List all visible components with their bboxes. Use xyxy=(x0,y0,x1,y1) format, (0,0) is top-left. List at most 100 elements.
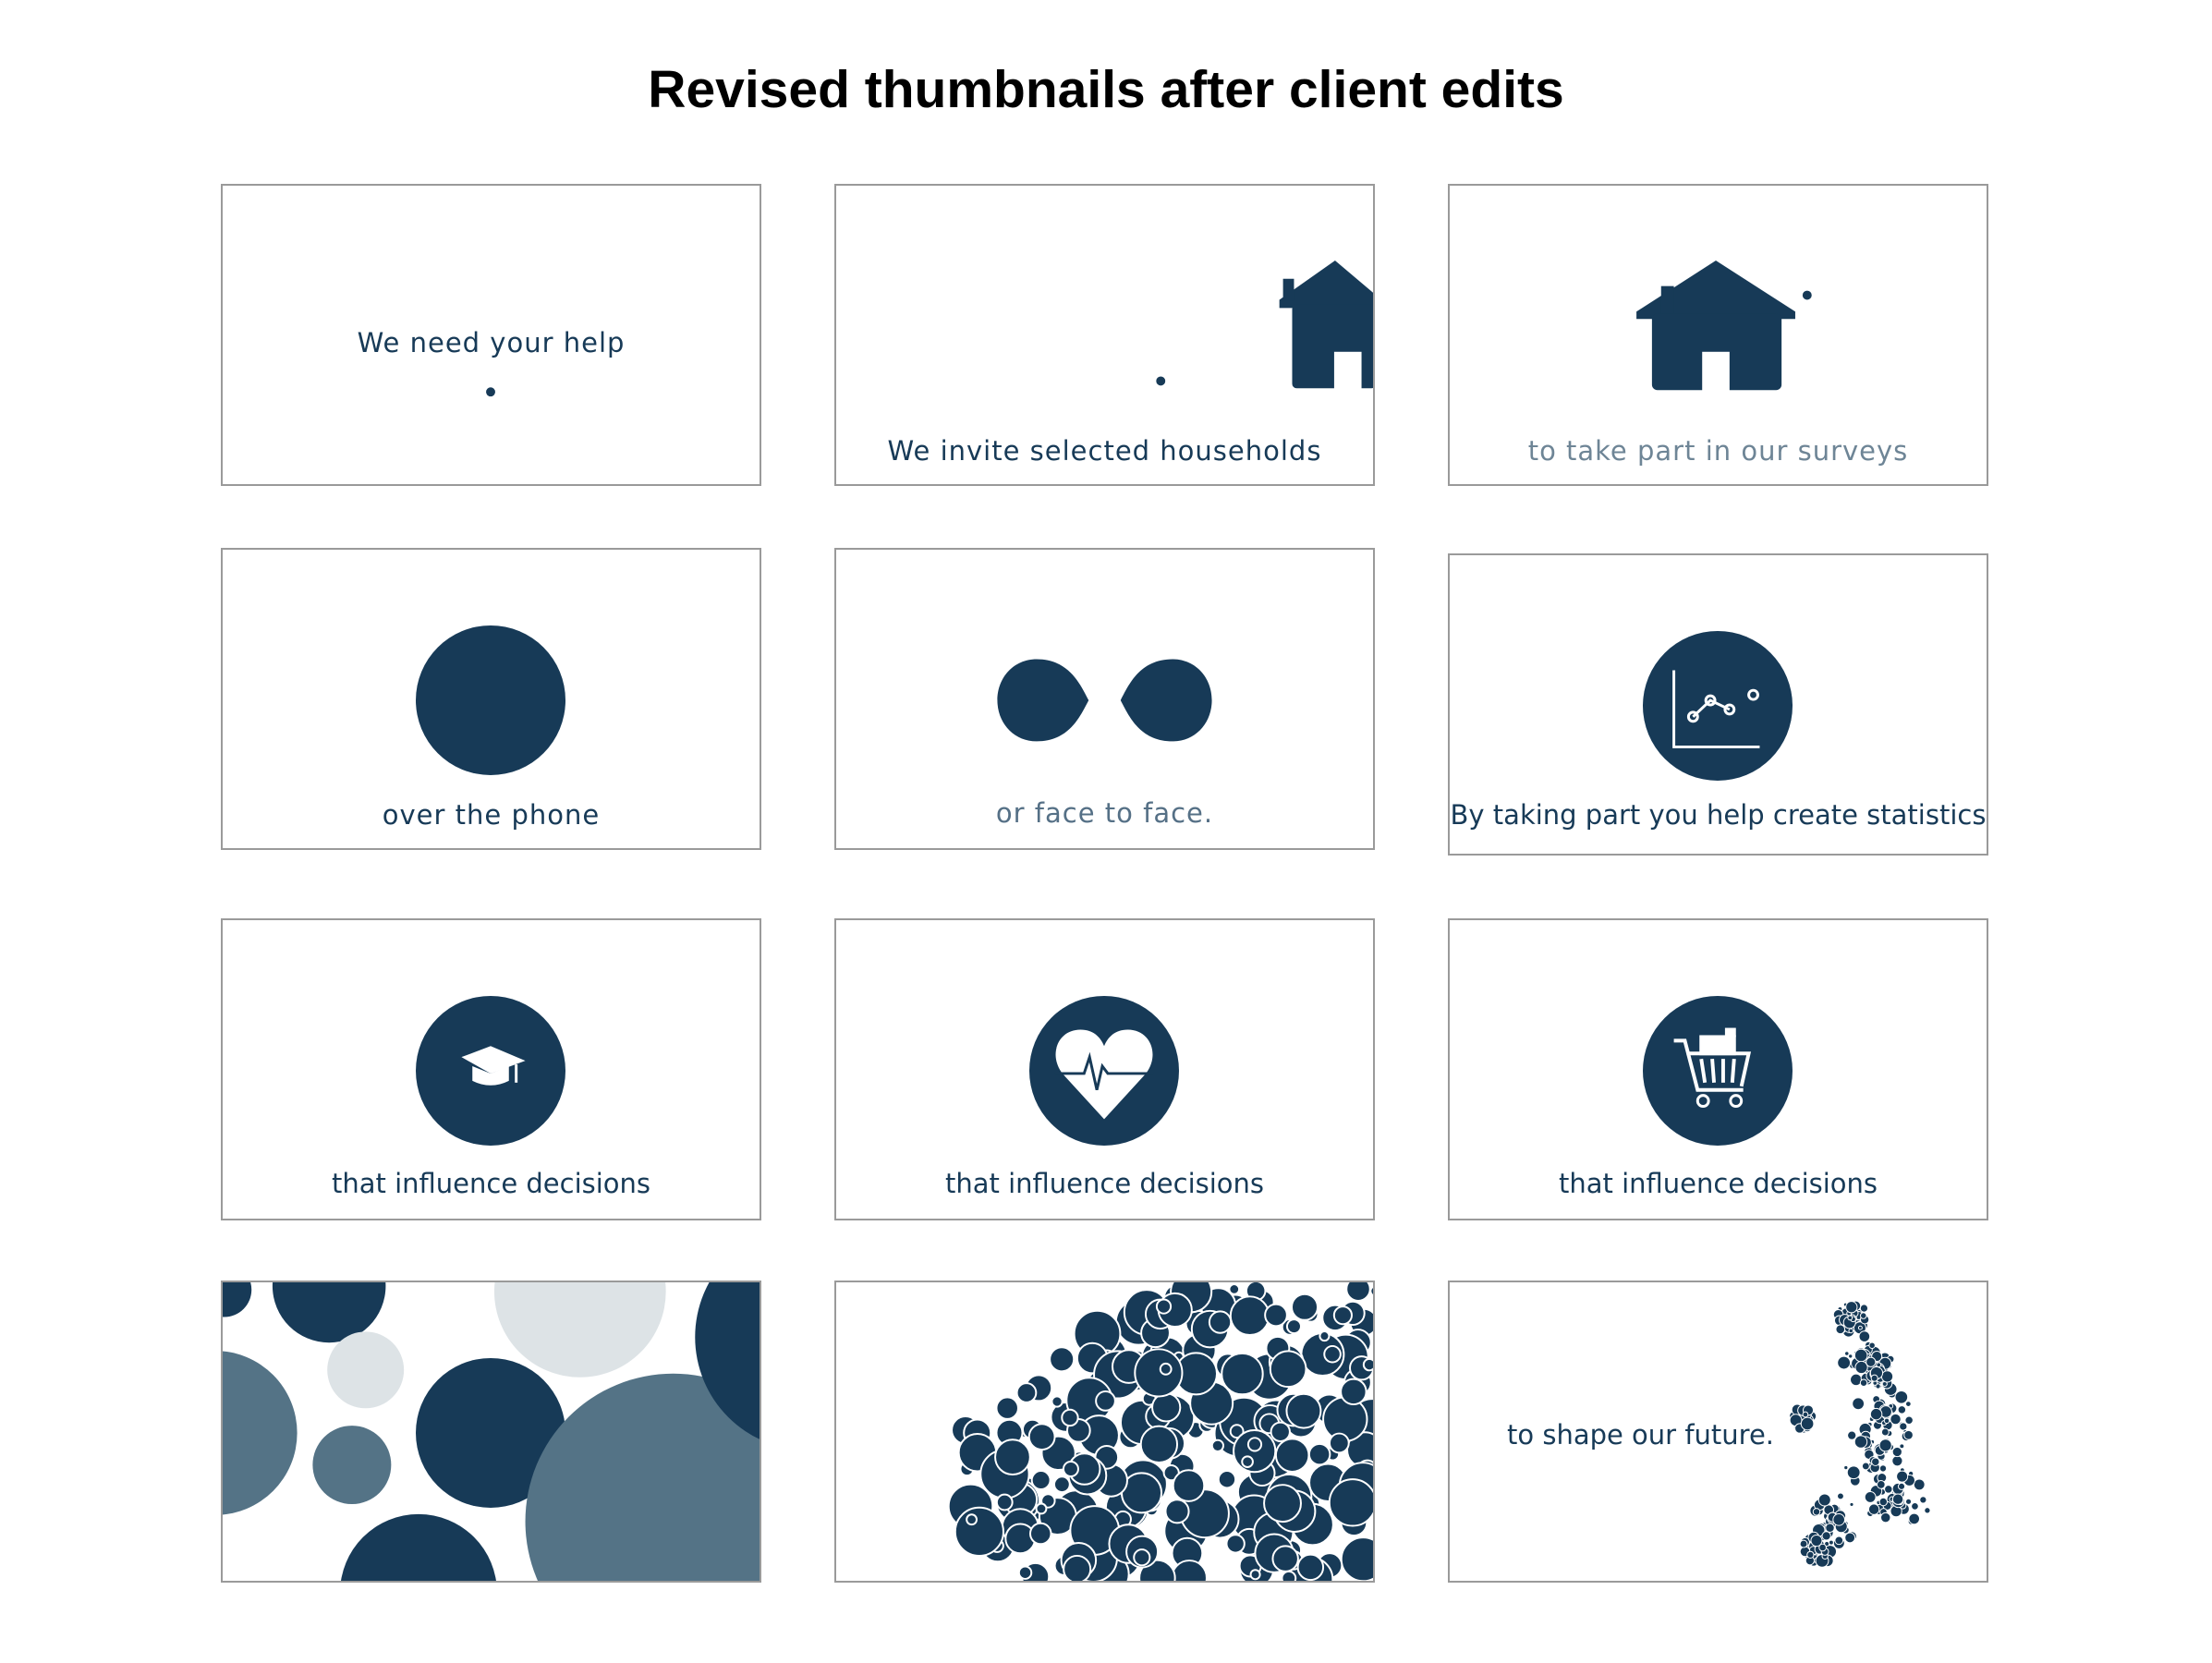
bubble xyxy=(1221,1352,1264,1396)
bubble xyxy=(1869,1407,1883,1421)
bubble xyxy=(1861,1462,1870,1471)
bubble xyxy=(1172,1469,1206,1502)
bubble xyxy=(1817,1493,1831,1507)
bubble xyxy=(1848,1328,1853,1334)
bubble xyxy=(1062,1461,1079,1477)
bubble xyxy=(1903,1429,1914,1440)
bubble xyxy=(1825,1523,1835,1534)
thumbnail-caption: that influence decisions xyxy=(331,1168,651,1199)
bubble xyxy=(1800,1416,1815,1431)
bubble xyxy=(1229,1295,1270,1336)
bubble xyxy=(1015,1382,1038,1403)
bubble xyxy=(1228,1283,1241,1295)
bubble xyxy=(1849,1501,1854,1507)
bubble xyxy=(1858,1330,1871,1342)
thumbnail-caption: over the phone xyxy=(382,799,601,831)
bubble xyxy=(1853,1435,1868,1449)
thumbnail-1[interactable]: We need your help xyxy=(221,184,761,486)
bubble xyxy=(1854,1360,1868,1375)
bubble xyxy=(1061,1408,1079,1427)
bubble xyxy=(1340,1536,1373,1581)
bubble xyxy=(1844,1351,1850,1356)
bubble xyxy=(1133,1548,1151,1567)
bubble xyxy=(1845,1301,1858,1314)
thumbnail-2[interactable]: We invite selected households xyxy=(834,184,1375,486)
thumbnail-caption: that influence decisions xyxy=(1558,1168,1878,1199)
bubble xyxy=(1832,1513,1845,1526)
bubble xyxy=(1812,1508,1821,1516)
bubble xyxy=(1246,1437,1263,1452)
bubble xyxy=(1035,1502,1048,1515)
bubble xyxy=(1029,1522,1052,1546)
bubble xyxy=(1264,1303,1288,1328)
bubble xyxy=(1867,1503,1880,1515)
bubble xyxy=(1924,1507,1931,1514)
bubble xyxy=(995,1493,1014,1511)
bubble xyxy=(1818,1543,1827,1552)
bubble xyxy=(1296,1553,1325,1581)
thumbnail-10[interactable] xyxy=(221,1281,761,1583)
bubble xyxy=(1285,1318,1302,1335)
bubble xyxy=(1899,1422,1908,1431)
uk-map-icon xyxy=(1789,1300,1931,1568)
bubble xyxy=(1345,1282,1371,1302)
thumbnail-12[interactable]: to shape our future. xyxy=(1448,1281,1988,1583)
bubble xyxy=(1281,1570,1297,1581)
bubble xyxy=(1891,1455,1903,1467)
bubble xyxy=(1049,1346,1076,1373)
bubble xyxy=(1799,1539,1808,1548)
bubble-cluster-illustration xyxy=(947,1282,1373,1581)
bubble xyxy=(1908,1512,1920,1525)
bubble xyxy=(1027,1423,1056,1451)
bubble xyxy=(1017,1565,1033,1580)
dot-icon xyxy=(486,387,495,397)
thumbnail-caption: By taking part you help create statistic… xyxy=(1450,799,1987,831)
thumbnail-11[interactable] xyxy=(834,1281,1375,1583)
bubble xyxy=(1134,1348,1184,1398)
bubble xyxy=(1837,1355,1852,1370)
bubble xyxy=(1319,1330,1331,1342)
bubble xyxy=(1291,1293,1319,1321)
thumbnail-caption: We invite selected households xyxy=(887,435,1322,467)
thumbnail-caption: that influence decisions xyxy=(944,1168,1265,1199)
bubble xyxy=(1871,1457,1880,1466)
bubble xyxy=(954,1506,1004,1557)
bubble xyxy=(1897,1482,1906,1490)
bubble xyxy=(1896,1470,1909,1483)
bubble xyxy=(994,1438,1031,1476)
bubble xyxy=(1853,1348,1868,1363)
bubble xyxy=(1151,1392,1182,1423)
thumbnail-9[interactable]: that influence decisions xyxy=(1448,918,1988,1220)
bubble xyxy=(1919,1496,1927,1504)
bubble xyxy=(1269,1350,1307,1389)
bubble xyxy=(1328,1432,1350,1454)
bubble xyxy=(1139,1425,1179,1463)
bubble xyxy=(1868,1341,1876,1350)
bubble xyxy=(1891,1493,1904,1505)
bubble xyxy=(966,1513,978,1526)
bubble xyxy=(1208,1310,1233,1334)
bubble xyxy=(1878,1464,1888,1473)
bubble xyxy=(1837,1492,1844,1500)
thumbnail-7[interactable]: that influence decisions xyxy=(221,918,761,1220)
bubble xyxy=(1847,1315,1853,1321)
thumbnail-8[interactable]: that influence decisions xyxy=(834,918,1375,1220)
bubble xyxy=(1323,1344,1342,1364)
bubble xyxy=(1864,1491,1877,1503)
thumbnail-5[interactable]: or face to face. xyxy=(834,548,1375,850)
bubble xyxy=(1883,1417,1890,1425)
bubble xyxy=(1095,1390,1116,1412)
thumbnail-3[interactable]: to take part in our surveys xyxy=(1448,184,1988,486)
bubble xyxy=(1859,1304,1869,1313)
bubble xyxy=(1894,1390,1909,1404)
thumbnail-6[interactable]: By taking part you help create statistic… xyxy=(1448,553,1988,856)
bubble xyxy=(1806,1550,1815,1559)
bubble xyxy=(1332,1305,1353,1326)
bubble xyxy=(1880,1511,1891,1523)
bubble xyxy=(1878,1497,1889,1507)
page-title: Revised thumbnails after client edits xyxy=(648,60,1564,119)
thumbnail-4[interactable]: over the phone xyxy=(221,548,761,850)
bubble xyxy=(1051,1395,1063,1408)
bubble xyxy=(1263,1484,1302,1523)
bubble xyxy=(1249,1569,1261,1581)
